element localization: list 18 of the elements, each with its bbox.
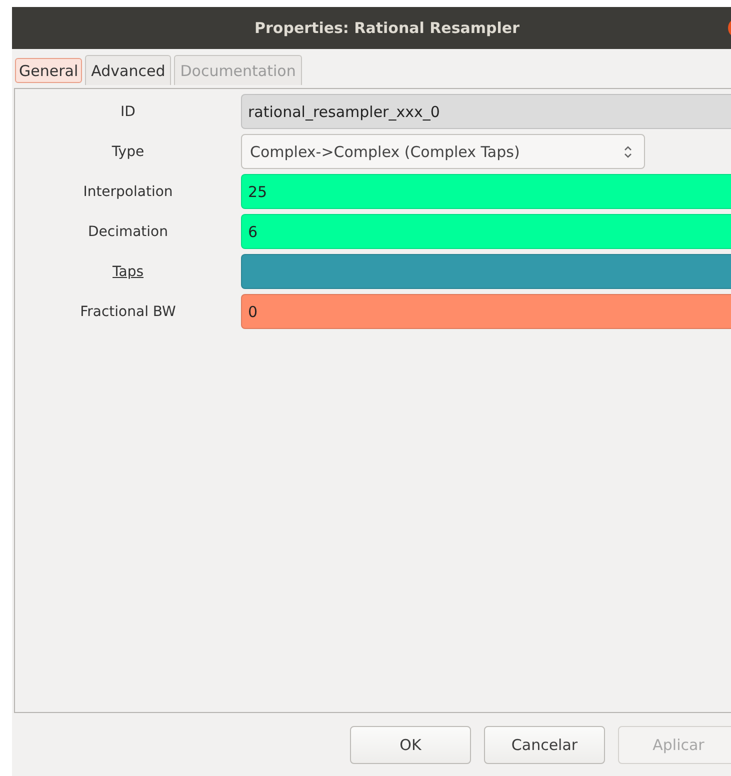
- tab[interactable]: Advanced: [85, 55, 172, 85]
- dialog-button[interactable]: OK: [350, 726, 471, 764]
- field-label: Fractional BW: [79, 304, 177, 320]
- field-label: Interpolation: [82, 184, 174, 200]
- field-label: Taps: [112, 264, 144, 280]
- input-field[interactable]: 0: [241, 294, 731, 329]
- window-title: Properties: Rational Resampler: [254, 19, 520, 37]
- field-label: Type: [110, 144, 146, 160]
- input-field[interactable]: [241, 254, 731, 289]
- field-label: Decimation: [86, 224, 169, 240]
- spinner-arrows-icon: [624, 144, 632, 158]
- tab[interactable]: General: [15, 58, 82, 83]
- input-field[interactable]: rational_resampler_xxx_0: [241, 94, 731, 129]
- input-field[interactable]: 25: [241, 174, 731, 209]
- dialog-button[interactable]: Cancelar: [484, 726, 605, 764]
- dropdown[interactable]: Complex->Complex (Complex Taps): [241, 134, 645, 169]
- input-field[interactable]: 6: [241, 214, 731, 249]
- field-label: ID: [120, 104, 136, 120]
